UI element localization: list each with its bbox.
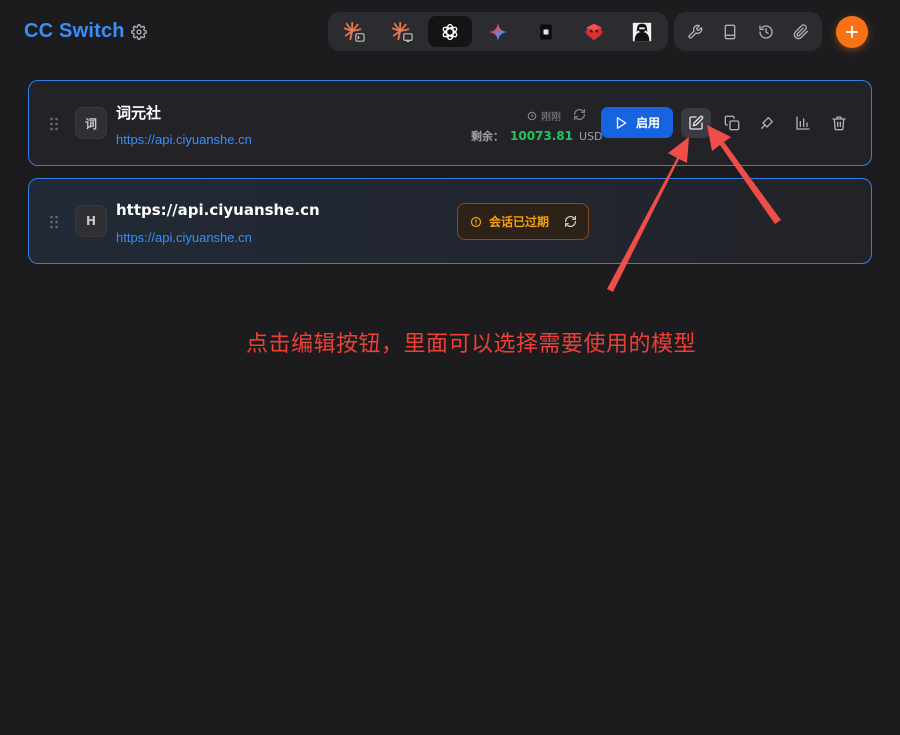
configure-button[interactable] — [752, 108, 782, 138]
app-terminal-button[interactable] — [524, 16, 568, 47]
bar-chart-icon — [796, 116, 810, 130]
app-gemini-button[interactable] — [476, 16, 520, 47]
copy-icon — [724, 115, 740, 131]
edit-button[interactable] — [681, 108, 711, 138]
portrait-icon — [632, 22, 652, 41]
usage-timestamp: 刚刚 — [527, 108, 561, 123]
app-claude-code-button[interactable] — [332, 16, 376, 47]
provider-url-link[interactable]: https://api.ciyuanshe.cn — [116, 230, 252, 245]
play-icon — [616, 116, 627, 129]
trash-icon — [832, 116, 846, 131]
wrench-icon — [688, 24, 703, 39]
session-expired-text: 会话已过期 — [489, 215, 550, 229]
brush-icon — [761, 117, 773, 129]
balance-label: 剩余： — [471, 130, 504, 143]
clock-icon — [527, 111, 537, 120]
settings-button[interactable] — [129, 22, 149, 42]
enable-button[interactable]: 启用 — [601, 107, 673, 138]
balance-unit: USD — [579, 130, 603, 143]
delete-button[interactable] — [824, 108, 854, 138]
provider-avatar: 词 — [75, 107, 107, 139]
session-expired-badge: 会话已过期 — [457, 203, 589, 240]
red-bug-icon — [584, 23, 604, 40]
usage-time-text: 刚刚 — [541, 112, 561, 123]
paperclip-icon — [793, 23, 809, 39]
provider-name: 词元社 — [116, 104, 162, 122]
provider-avatar: H — [75, 205, 107, 237]
openai-icon — [442, 23, 458, 40]
app-bug-button[interactable] — [572, 16, 616, 47]
add-provider-button[interactable] — [836, 16, 868, 48]
claude-desktop-icon — [391, 21, 413, 42]
provider-name: https://api.ciyuanshe.cn — [116, 201, 320, 219]
retry-refresh-button[interactable] — [564, 215, 577, 228]
app-switcher — [328, 12, 668, 51]
annotation-text: 点击编辑按钮，里面可以选择需要使用的模型 — [246, 332, 697, 357]
refresh-icon — [565, 216, 576, 227]
warning-icon — [470, 216, 482, 227]
app-codex-button[interactable] — [428, 16, 472, 47]
drag-handle-icon[interactable] — [49, 214, 59, 229]
attachments-button[interactable] — [785, 16, 819, 47]
duplicate-button[interactable] — [717, 108, 747, 138]
gemini-icon — [488, 22, 508, 41]
provider-card[interactable]: H https://api.ciyuanshe.cn https://api.c… — [28, 178, 872, 264]
history-icon — [759, 24, 773, 39]
plus-icon — [845, 25, 859, 39]
usage-stats-button[interactable] — [788, 108, 818, 138]
provider-card[interactable]: 词 词元社 https://api.ciyuanshe.cn 刚刚 剩余： 10… — [28, 80, 872, 166]
claude-code-icon — [343, 21, 365, 42]
docs-button[interactable] — [714, 16, 748, 47]
app-portrait-button[interactable] — [620, 16, 664, 47]
provider-url-link[interactable]: https://api.ciyuanshe.cn — [116, 132, 252, 147]
header-bar: CC Switch — [0, 0, 900, 64]
gear-icon — [131, 24, 147, 40]
refresh-usage-button[interactable] — [573, 106, 587, 120]
book-icon — [724, 24, 736, 39]
drag-handle-icon[interactable] — [49, 116, 59, 131]
app-title: CC Switch — [24, 20, 125, 42]
tools-button[interactable] — [678, 16, 712, 47]
terminal-app-icon — [540, 24, 552, 39]
tools-group — [674, 12, 822, 51]
app-claude-desktop-button[interactable] — [380, 16, 424, 47]
balance-row: 剩余： 10073.81 USD — [471, 128, 603, 144]
edit-icon — [689, 115, 704, 130]
refresh-icon — [574, 109, 585, 120]
enable-label: 启用 — [635, 116, 660, 130]
history-button[interactable] — [749, 16, 783, 47]
balance-value: 10073.81 — [510, 129, 574, 143]
